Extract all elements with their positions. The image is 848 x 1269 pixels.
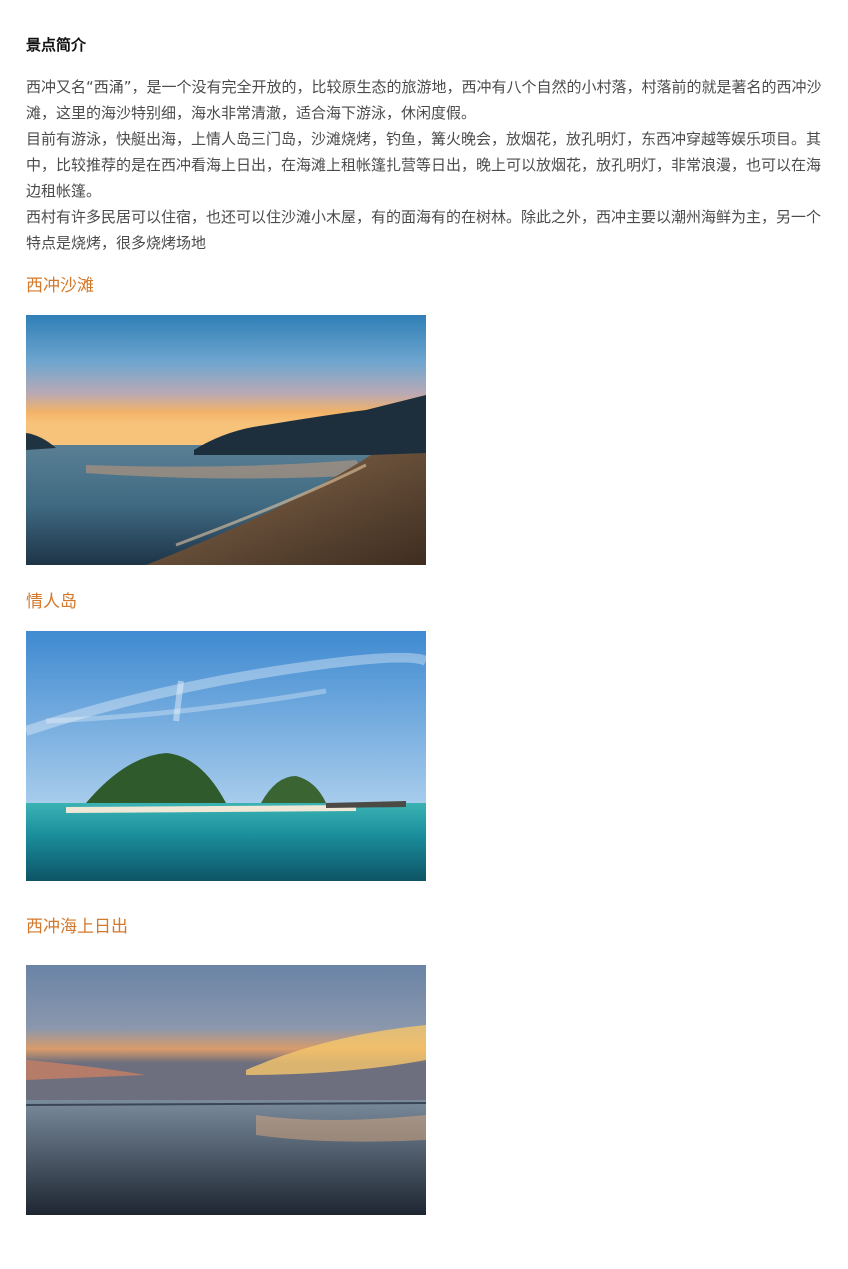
section-title-beach: 西冲沙滩 <box>26 276 94 296</box>
page-title: 景点简介 <box>26 36 87 54</box>
section-title-island: 情人岛 <box>26 592 77 612</box>
section-title-sunrise: 西冲海上日出 <box>26 917 128 937</box>
beach-sunset-photo <box>26 315 426 565</box>
intro-paragraph: 目前有游泳，快艇出海，上情人岛三门岛，沙滩烧烤，钓鱼，篝火晚会，放烟花，放孔明灯… <box>26 130 822 200</box>
intro-paragraph: 西村有许多民居可以住宿，也还可以住沙滩小木屋，有的面海有的在树林。除此之外，西冲… <box>26 208 822 252</box>
intro-paragraph: 西冲又名“西涌”，是一个没有完全开放的，比较原生态的旅游地，西冲有八个自然的小村… <box>26 78 822 122</box>
lovers-island-photo <box>26 631 426 881</box>
intro-text: 西冲又名“西涌”，是一个没有完全开放的，比较原生态的旅游地，西冲有八个自然的小村… <box>26 74 828 256</box>
sea-sunrise-photo <box>26 965 426 1215</box>
